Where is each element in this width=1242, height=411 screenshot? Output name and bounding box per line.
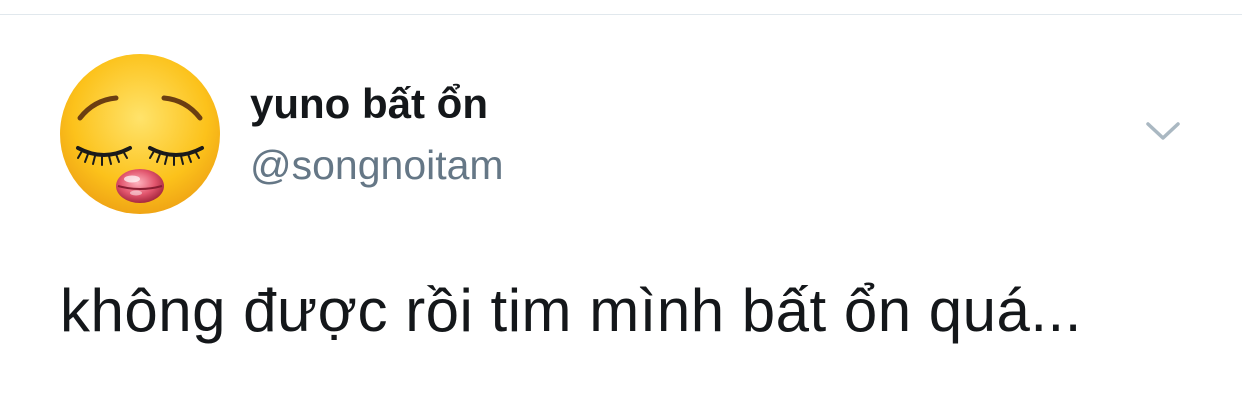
chevron-down-icon xyxy=(1146,122,1180,140)
author-display-name[interactable]: yuno bất ổn xyxy=(250,78,488,130)
top-divider xyxy=(0,14,1242,15)
avatar[interactable] xyxy=(58,52,222,216)
author-handle[interactable]: @songnoitam xyxy=(250,140,504,190)
tweet-text: không được rồi tim mình bất ổn quá... xyxy=(60,277,1082,344)
tweet-menu-button[interactable] xyxy=(1140,114,1186,150)
pensive-face-emoji-icon xyxy=(60,54,220,214)
